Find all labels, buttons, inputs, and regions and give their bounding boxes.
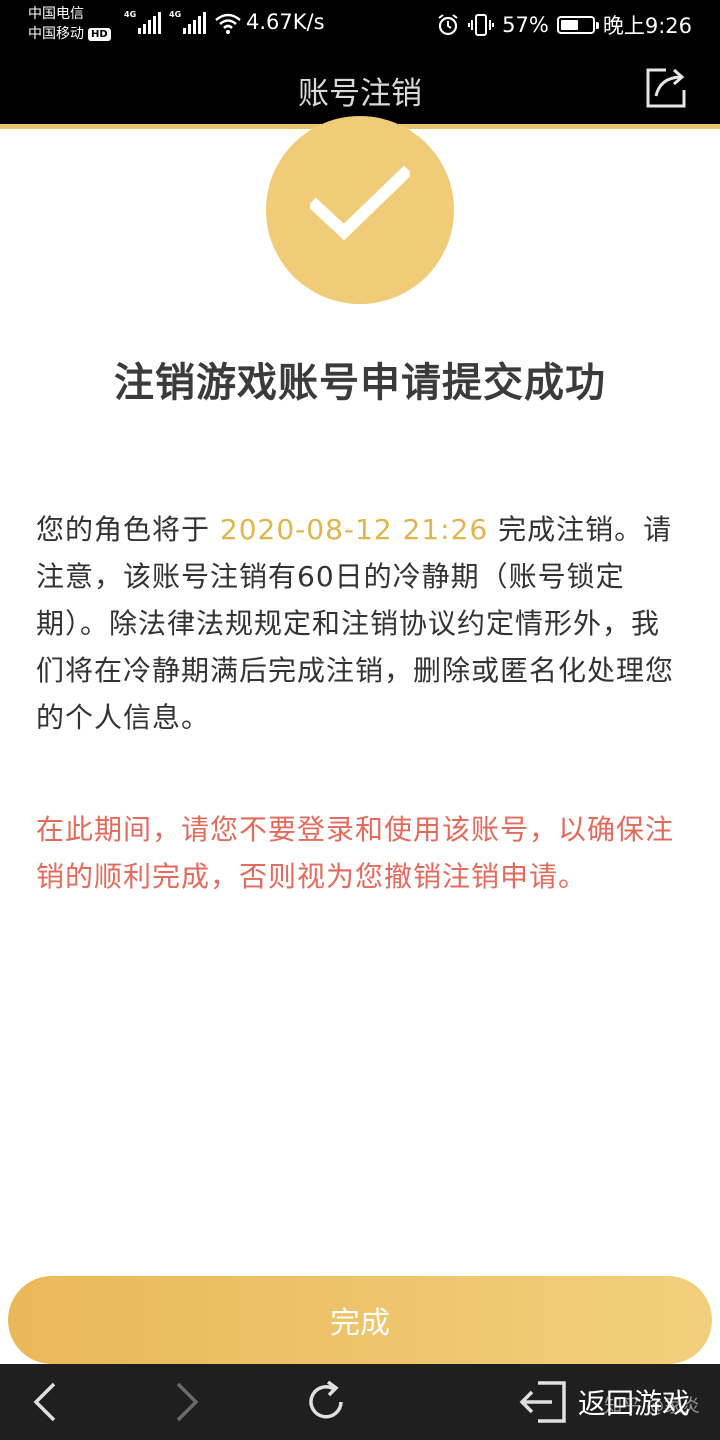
network-type-1: 4G — [124, 10, 137, 19]
carrier-2: 中国移动 — [28, 26, 84, 42]
title-bar: 账号注销 — [0, 50, 720, 124]
watermark: 知乎 @家炎 — [604, 1396, 700, 1417]
signal-2-icon: 4G — [169, 10, 206, 34]
carrier-info: 中国电信 中国移动 HD — [28, 4, 111, 44]
forward-button[interactable] — [160, 1376, 212, 1428]
vibrate-icon — [468, 14, 495, 36]
status-bar: 中国电信 中国移动 HD 4G 4G 4.67K/s 57% 晚上9:26 — [0, 0, 720, 50]
back-button[interactable] — [20, 1376, 72, 1428]
notice-paragraph: 您的角色将于 2020-08-12 21:26 完成注销。请注意，该账号注销有6… — [36, 506, 684, 741]
carrier-1: 中国电信 — [28, 6, 84, 22]
chevron-right-icon — [176, 1382, 199, 1422]
signal-indicators: 4G 4G — [124, 10, 242, 34]
check-icon — [310, 166, 410, 241]
done-button[interactable]: 完成 — [8, 1276, 712, 1364]
cancellation-date: 2020-08-12 21:26 — [219, 513, 489, 546]
alarm-icon — [438, 14, 458, 36]
success-headline: 注销游戏账号申请提交成功 — [114, 360, 606, 406]
network-speed: 4.67K/s — [246, 10, 325, 34]
battery-percent: 57% — [502, 13, 549, 37]
notice-suffix: 完成注销。请注意，该账号注销有60日的冷静期（账号锁定期）。除法律法规规定和注销… — [36, 513, 675, 734]
battery-icon — [556, 16, 599, 34]
status-right: 57% 晚上9:26 — [436, 10, 692, 40]
chevron-left-icon — [33, 1382, 56, 1422]
network-type-2: 4G — [169, 10, 182, 19]
success-badge — [266, 116, 454, 304]
refresh-button[interactable] — [300, 1376, 352, 1428]
refresh-icon — [309, 1380, 343, 1419]
share-button[interactable] — [644, 64, 690, 110]
page-title: 账号注销 — [298, 76, 422, 112]
hd-badge: HD — [88, 27, 111, 41]
notice-prefix: 您的角色将于 — [36, 513, 220, 546]
share-icon — [646, 68, 686, 108]
wifi-icon — [215, 13, 241, 34]
signal-1-icon: 4G — [124, 10, 161, 34]
exit-icon — [519, 1381, 566, 1423]
clock: 晚上9:26 — [602, 14, 692, 38]
warning-paragraph: 在此期间，请您不要登录和使用该账号，以确保注销的顺利完成，否则视为您撤销注销申请… — [36, 813, 675, 893]
